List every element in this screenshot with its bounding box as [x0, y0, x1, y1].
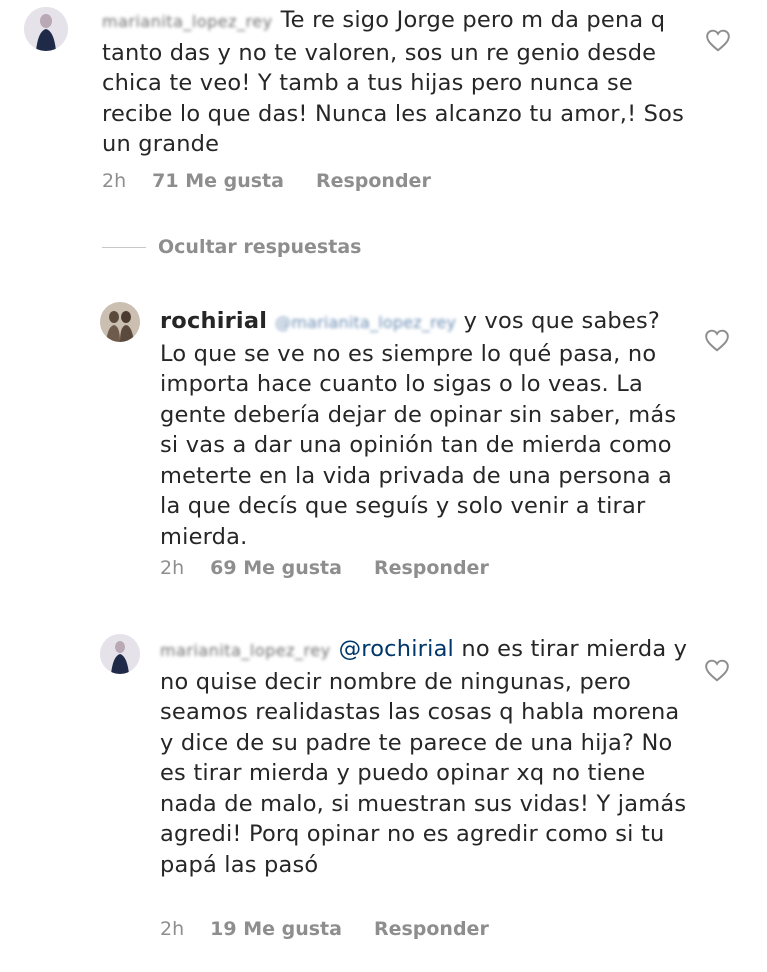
comment-text: rochirial @marianita_lopez_rey y vos que …	[160, 306, 680, 552]
mention[interactable]: @marianita_lopez_rey	[275, 313, 456, 332]
avatar-image	[100, 634, 140, 674]
comment-body: no es tirar mierda y no quise decir nomb…	[160, 636, 688, 878]
avatar[interactable]	[100, 634, 140, 674]
avatar[interactable]	[24, 7, 68, 51]
hide-replies-label: Ocultar respuestas	[158, 236, 362, 258]
like-heart-icon[interactable]	[705, 28, 731, 52]
reply-button[interactable]: Responder	[374, 557, 489, 579]
likes-count[interactable]: 69 Me gusta	[210, 557, 342, 579]
likes-count[interactable]: 71 Me gusta	[152, 170, 284, 192]
divider-line	[102, 246, 146, 248]
comment-text: marianita_lopez_rey @rochirial no es tira…	[160, 634, 690, 880]
like-heart-icon[interactable]	[704, 328, 730, 352]
mention[interactable]: @rochirial	[339, 636, 454, 662]
avatar-image	[24, 7, 68, 51]
comment-body: y vos que sabes? Lo que se ve no es siem…	[160, 308, 677, 550]
comment-meta: 2h 19 Me gusta Responder	[160, 918, 489, 940]
timestamp: 2h	[102, 170, 127, 192]
like-heart-icon[interactable]	[704, 658, 730, 682]
reply-button[interactable]: Responder	[316, 170, 431, 192]
likes-count[interactable]: 19 Me gusta	[210, 918, 342, 940]
comment-meta: 2h 71 Me gusta Responder	[102, 170, 431, 192]
reply-button[interactable]: Responder	[374, 918, 489, 940]
username[interactable]: marianita_lopez_rey	[160, 641, 331, 660]
hide-replies-button[interactable]: Ocultar respuestas	[102, 236, 361, 258]
comment-text: marianita_lopez_rey Te re sigo Jorge pero…	[102, 5, 702, 160]
username[interactable]: rochirial	[160, 308, 267, 334]
comment-meta: 2h 69 Me gusta Responder	[160, 557, 489, 579]
avatar-image	[100, 302, 140, 342]
timestamp: 2h	[160, 557, 185, 579]
timestamp: 2h	[160, 918, 185, 940]
username[interactable]: marianita_lopez_rey	[102, 12, 273, 31]
avatar[interactable]	[100, 302, 140, 342]
